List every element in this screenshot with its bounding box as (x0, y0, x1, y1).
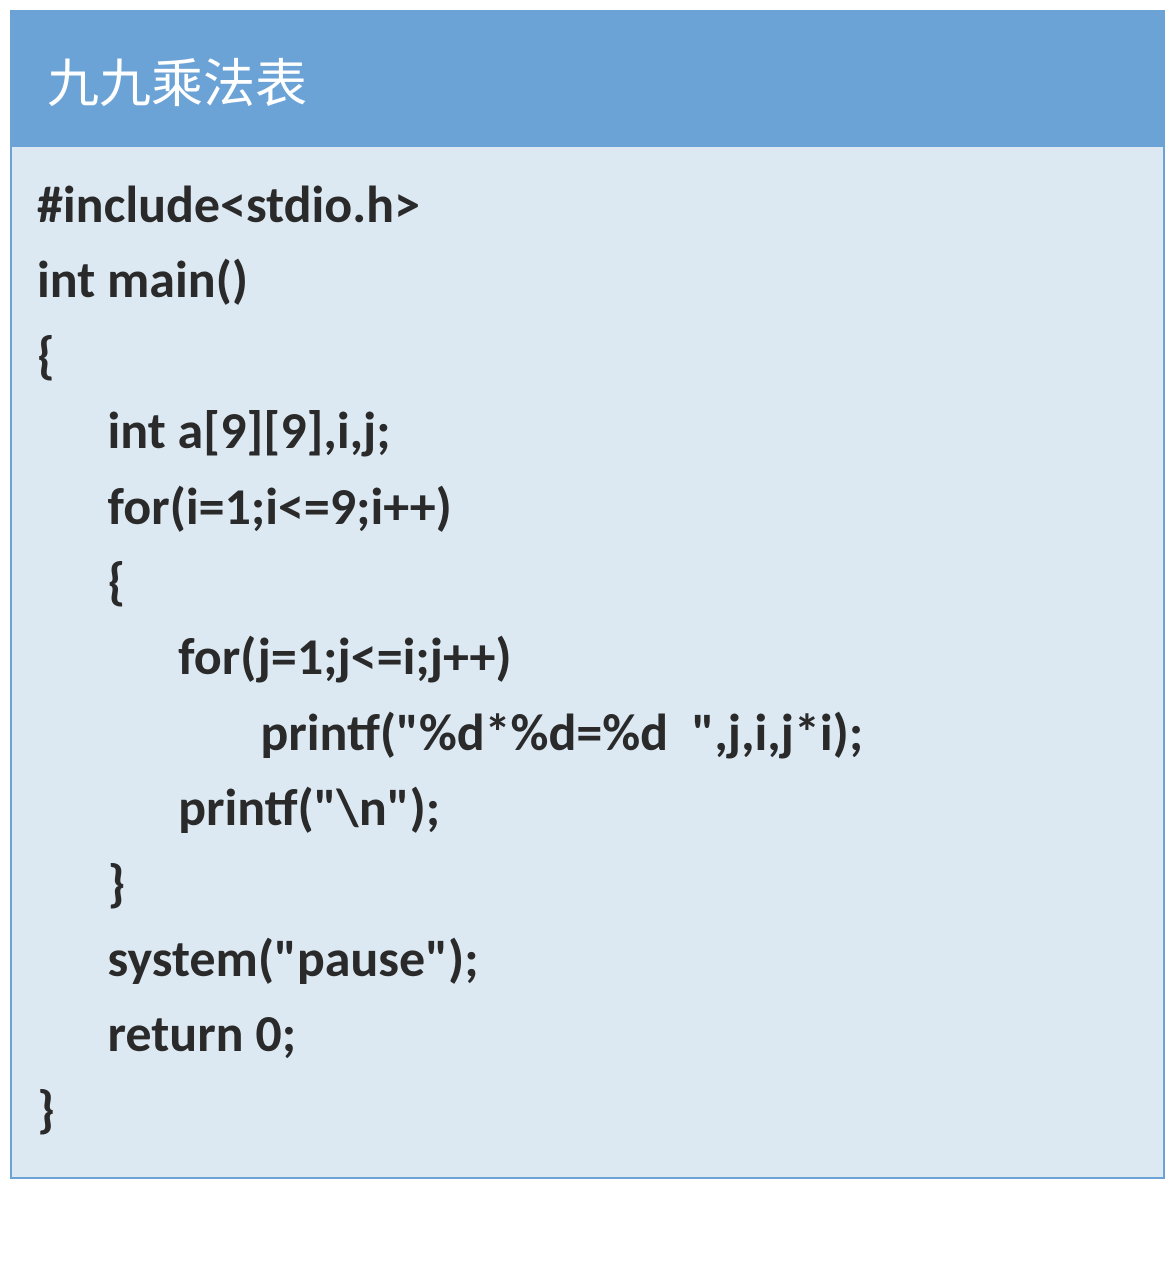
code-line-6: { (37, 549, 125, 613)
code-line-12: return 0; (37, 1001, 296, 1065)
code-block: #include<stdio.h> int main() { int a[9][… (12, 147, 1163, 1177)
code-line-13: } (37, 1077, 55, 1141)
code-line-5: for(i=1;i<=9;i++) (37, 474, 452, 538)
code-line-1: #include<stdio.h> (37, 172, 420, 236)
code-line-10: } (37, 851, 125, 915)
code-panel: 九九乘法表 #include<stdio.h> int main() { int… (10, 10, 1165, 1179)
code-line-9: printf("\n"); (37, 775, 440, 839)
code-line-7: for(j=1;j<=i;j++) (37, 624, 512, 688)
code-line-2: int main() (37, 247, 248, 311)
code-line-11: system("pause"); (37, 926, 479, 990)
panel-title: 九九乘法表 (12, 12, 1163, 147)
code-line-3: { (37, 323, 55, 387)
code-line-8: printf("%d*%d=%d ",j,i,j*i); (37, 700, 863, 764)
code-line-4: int a[9][9],i,j; (37, 398, 391, 462)
